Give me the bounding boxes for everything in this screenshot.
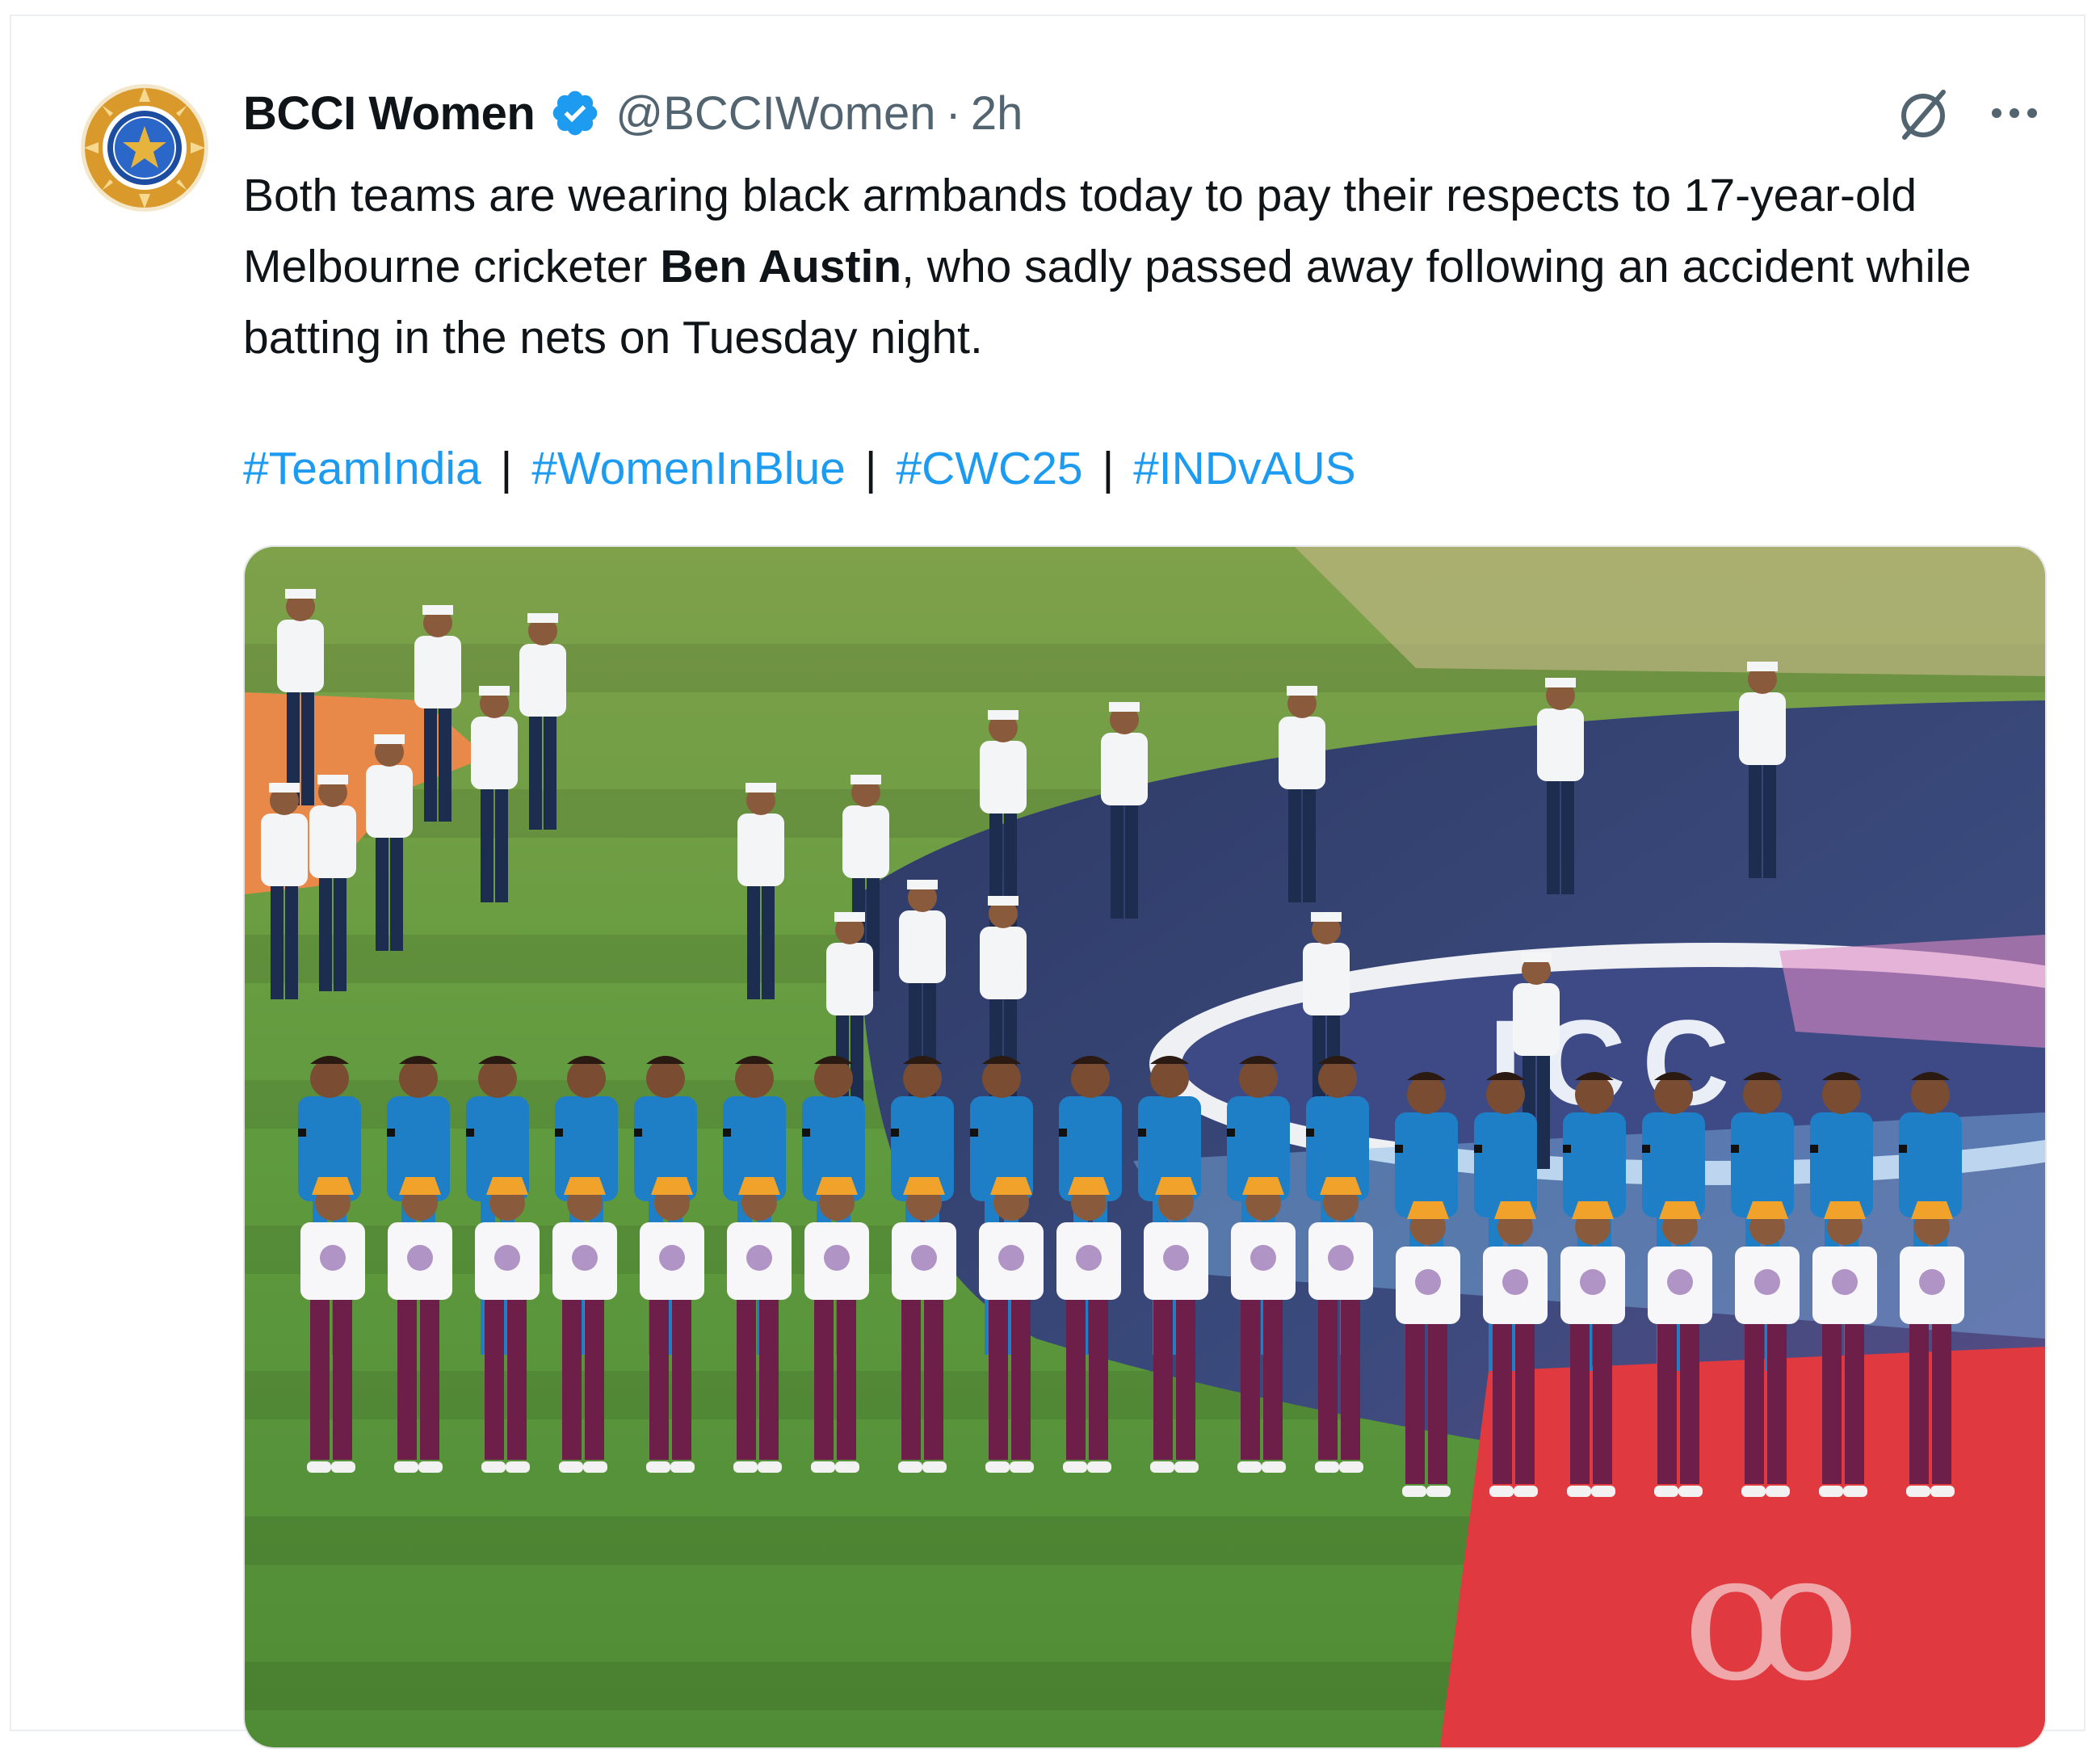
tweet-timestamp[interactable]: 2h bbox=[971, 86, 1023, 141]
more-dots-icon bbox=[1992, 108, 2037, 118]
grok-button[interactable] bbox=[1893, 84, 1953, 144]
grok-slash-circle-icon bbox=[1901, 90, 1946, 140]
hashtag-teamindia[interactable]: #TeamIndia bbox=[243, 443, 481, 494]
tweet-text: Both teams are wearing black armbands to… bbox=[243, 160, 2060, 373]
author-handle[interactable]: @BCCIWomen bbox=[615, 86, 935, 141]
hashtag-cwc25[interactable]: #CWC25 bbox=[896, 443, 1082, 494]
header-separator: · bbox=[945, 86, 961, 140]
hashtag-separator: | bbox=[864, 443, 877, 494]
author-display-name[interactable]: BCCI Women bbox=[243, 86, 536, 141]
verified-badge-icon bbox=[552, 90, 598, 136]
tweet-media-image[interactable]: ICC ꝏ bbox=[243, 545, 2047, 1749]
bcci-logo-icon bbox=[81, 84, 208, 212]
hashtag-womeninblue[interactable]: #WomenInBlue bbox=[531, 443, 846, 494]
author-avatar[interactable] bbox=[81, 84, 208, 212]
hashtag-row: #TeamIndia | #WomenInBlue | #CWC25 | #IN… bbox=[243, 433, 1356, 504]
more-options-button[interactable] bbox=[1982, 89, 2047, 137]
tweet-card[interactable]: BCCI Women @BCCIWomen · 2h Both teams ar… bbox=[10, 15, 2085, 1749]
hashtag-indvaus[interactable]: #INDvAUS bbox=[1133, 443, 1356, 494]
carpet-logo-mark: ꝏ bbox=[1682, 1513, 1860, 1720]
photo-players-line-up-icon: ICC ꝏ bbox=[245, 547, 2045, 1747]
hashtag-separator: | bbox=[1102, 443, 1115, 494]
hashtag-separator: | bbox=[500, 443, 513, 494]
tweet-text-bold-name: Ben Austin bbox=[660, 241, 902, 292]
tweet-header: BCCI Women @BCCIWomen · 2h bbox=[243, 81, 1023, 145]
